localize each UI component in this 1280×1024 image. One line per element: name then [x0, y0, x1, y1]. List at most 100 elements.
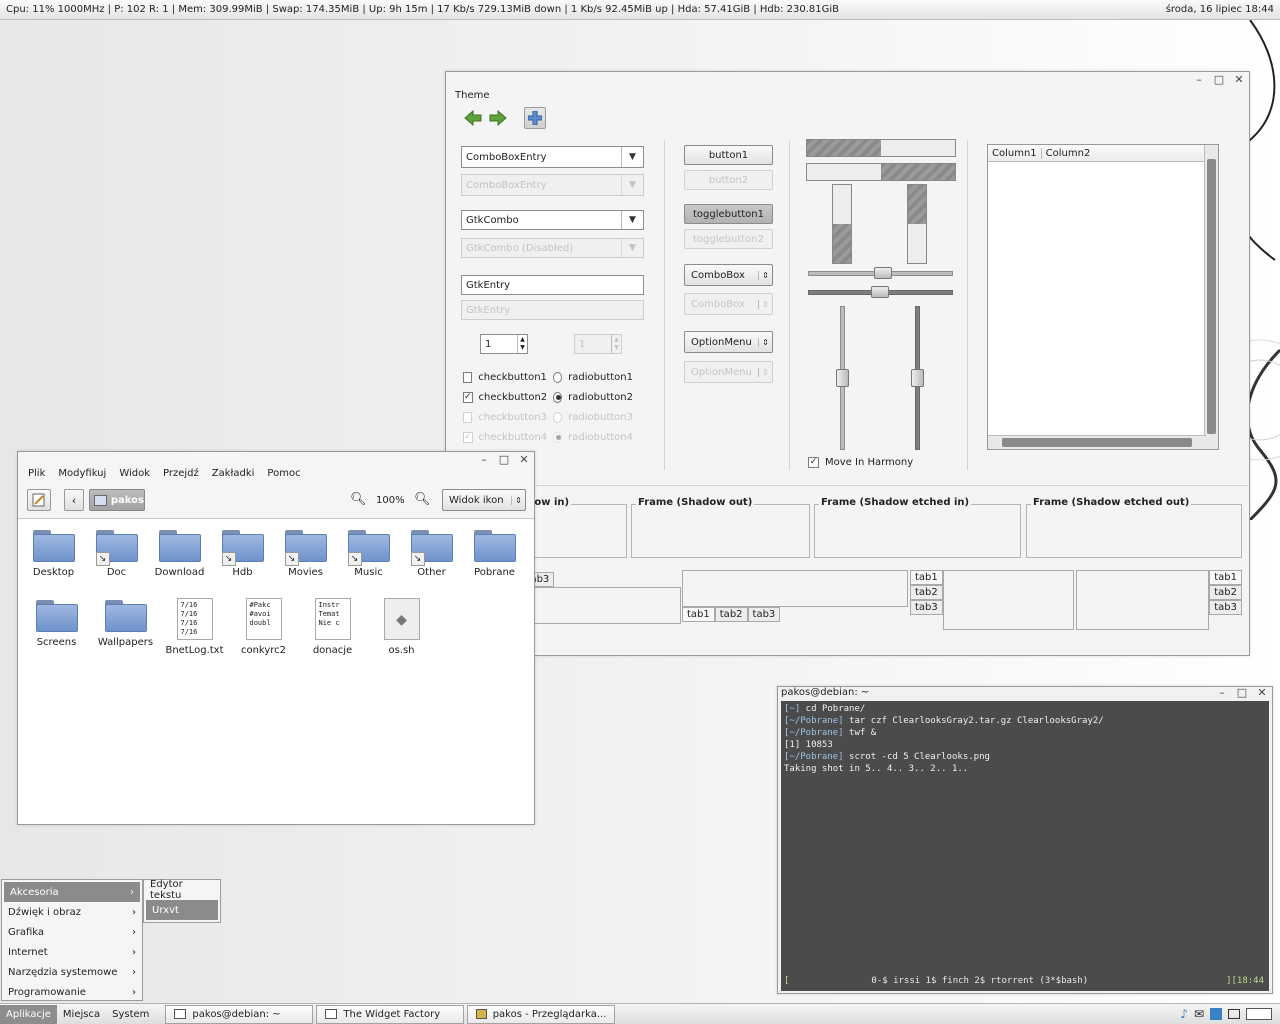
checkbox-checked[interactable]: ✓	[463, 391, 473, 403]
radio[interactable]	[552, 371, 563, 383]
scrollbar-thumb[interactable]	[1002, 438, 1192, 447]
tab-tab1[interactable]: tab1	[1209, 570, 1242, 585]
comboboxentry[interactable]: ComboBoxEntry ▼	[461, 146, 644, 168]
monitor-icon[interactable]	[1228, 1009, 1240, 1019]
view-mode-select[interactable]: Widok ikon ⇕	[442, 489, 526, 511]
file-item[interactable]: Screens	[22, 598, 91, 656]
file-item[interactable]: Desktop	[22, 528, 85, 578]
tab-tab2[interactable]: tab2	[1209, 585, 1242, 600]
minimize-icon[interactable]: –	[1216, 687, 1228, 699]
menu-zakladki[interactable]: Zakładki	[212, 468, 255, 479]
spin-button[interactable]: 1 ▲ ▼	[480, 334, 528, 354]
tree-view[interactable]: Column1 Column2	[987, 144, 1219, 450]
gtkcombo[interactable]: GtkCombo ▼	[461, 210, 644, 230]
file-item[interactable]: ↘ Hdb	[211, 528, 274, 578]
file-item[interactable]: Pobrane	[463, 528, 526, 578]
location-button[interactable]: pakos	[89, 489, 145, 511]
minimize-icon[interactable]: –	[478, 454, 490, 466]
scrollbar-thumb[interactable]	[1207, 159, 1216, 434]
chevron-down-icon[interactable]: ▼	[621, 211, 643, 229]
menu-item[interactable]: Internet ›	[2, 942, 142, 962]
file-item[interactable]: Wallpapers	[91, 598, 160, 656]
maximize-icon[interactable]: □	[1236, 687, 1248, 699]
menu-przejdz[interactable]: Przejdź	[163, 468, 199, 479]
terminal-window: pakos@debian: ~ – □ ✕ [~] cd Pobrane/ [~/…	[777, 686, 1273, 994]
menu-pomoc[interactable]: Pomoc	[267, 468, 300, 479]
checkbox-checked[interactable]: ✓	[808, 456, 819, 468]
spin-arrows-icon[interactable]: ▲ ▼	[517, 335, 527, 353]
vscale-2-handle[interactable]	[911, 369, 924, 387]
vertical-scrollbar[interactable]	[1204, 145, 1218, 449]
close-icon[interactable]: ✕	[518, 454, 530, 466]
menu-item[interactable]: Grafika ›	[2, 922, 142, 942]
menu-widok[interactable]: Widok	[119, 468, 150, 479]
file-item[interactable]: 7/16 7/16 7/16 7/16 BnetLog.txt	[160, 598, 229, 656]
vscale-1-handle[interactable]	[836, 369, 849, 387]
chevron-down-icon[interactable]: ▼	[621, 147, 643, 167]
button1[interactable]: button1	[684, 145, 773, 165]
checkbox[interactable]	[463, 371, 473, 383]
zoom-out-icon[interactable]: 🔍︎	[350, 492, 367, 507]
file-item[interactable]: ↘ Doc	[85, 528, 148, 578]
chevron-left-icon[interactable]: ‹	[64, 489, 84, 511]
add-icon[interactable]	[524, 107, 546, 129]
menu-modyfikuj[interactable]: Modyfikuj	[58, 468, 106, 479]
frame-shadow-etched-in: Frame (Shadow etched in)	[814, 497, 1021, 558]
menu-item-urxvt[interactable]: Urxvt	[146, 900, 218, 920]
tab-tab1[interactable]: tab1	[682, 607, 715, 622]
radio-selected[interactable]	[553, 391, 563, 403]
back-arrow-icon[interactable]	[462, 107, 484, 129]
file-item[interactable]: Download	[148, 528, 211, 578]
optionmenu[interactable]: OptionMenu ⇕	[684, 331, 773, 353]
task-terminal[interactable]: pakos@debian: ~	[165, 1004, 314, 1024]
script-file-icon: ◆	[383, 598, 420, 640]
tab-tab3[interactable]: tab3	[910, 600, 943, 615]
hscale-1-handle[interactable]	[874, 267, 892, 279]
menu-item[interactable]: Dźwięk i obraz ›	[2, 902, 142, 922]
file-item[interactable]: ◆ os.sh	[367, 598, 436, 656]
forward-arrow-icon[interactable]	[487, 107, 509, 129]
tab-tab1[interactable]: tab1	[910, 570, 943, 585]
folder-icon: ↘	[284, 528, 327, 566]
menu-item[interactable]: Programowanie ›	[2, 982, 142, 1002]
system-menu-button[interactable]: System	[106, 1005, 155, 1024]
column2-header[interactable]: Column2	[1042, 148, 1095, 159]
tab-tab3[interactable]: tab3	[1209, 600, 1242, 615]
move-in-harmony-check[interactable]: ✓ Move In Harmony	[808, 455, 913, 469]
file-item[interactable]: ↘ Other	[400, 528, 463, 578]
tab-tab2[interactable]: tab2	[910, 585, 943, 600]
close-icon[interactable]: ✕	[1233, 74, 1245, 86]
combobox[interactable]: ComboBox ⇕	[684, 264, 773, 286]
menu-item[interactable]: Akcesoria ›	[4, 882, 140, 902]
hscale-2-handle[interactable]	[871, 286, 889, 298]
terminal-screen[interactable]: [~] cd Pobrane/ [~/Pobrane] tar czf Clear…	[781, 701, 1269, 991]
horizontal-scrollbar[interactable]	[988, 435, 1206, 449]
minimize-icon[interactable]: –	[1193, 74, 1205, 86]
edit-location-icon[interactable]	[27, 489, 51, 511]
file-item[interactable]: ↘ Music	[337, 528, 400, 578]
mail-icon[interactable]: ✉	[1194, 1007, 1204, 1021]
menu-item-edytor-tekstu[interactable]: Edytor tekstu	[144, 879, 220, 901]
home-folder-icon	[94, 494, 107, 506]
task-widget-factory[interactable]: The Widget Factory	[316, 1004, 465, 1024]
column1-header[interactable]: Column1	[988, 147, 1042, 159]
music-note-icon[interactable]: ♪	[1180, 1007, 1188, 1021]
maximize-icon[interactable]: □	[498, 454, 510, 466]
places-menu-button[interactable]: Miejsca	[57, 1005, 106, 1024]
applications-menu-button[interactable]: Aplikacje	[0, 1004, 57, 1024]
maximize-icon[interactable]: □	[1213, 74, 1225, 86]
gtkentry[interactable]: GtkEntry	[461, 275, 644, 295]
tab-tab2[interactable]: tab2	[714, 607, 748, 622]
close-icon[interactable]: ✕	[1256, 687, 1268, 699]
shield-icon[interactable]	[1210, 1008, 1222, 1020]
tab-tab3[interactable]: tab3	[747, 607, 781, 622]
zoom-in-icon[interactable]: 🔍︎	[414, 492, 431, 507]
menu-plik[interactable]: Plik	[28, 468, 45, 479]
togglebutton1[interactable]: togglebutton1	[684, 204, 773, 224]
file-item[interactable]: Instr Temat Nie c donacje	[298, 598, 367, 656]
file-item[interactable]: #Pakc #avoi doubl conkyrc2	[229, 598, 298, 656]
network-icon[interactable]	[1246, 1008, 1272, 1020]
menu-item[interactable]: Narzędzia systemowe ›	[2, 962, 142, 982]
file-item[interactable]: ↘ Movies	[274, 528, 337, 578]
task-file-browser[interactable]: pakos - Przeglądarka...	[467, 1004, 616, 1024]
